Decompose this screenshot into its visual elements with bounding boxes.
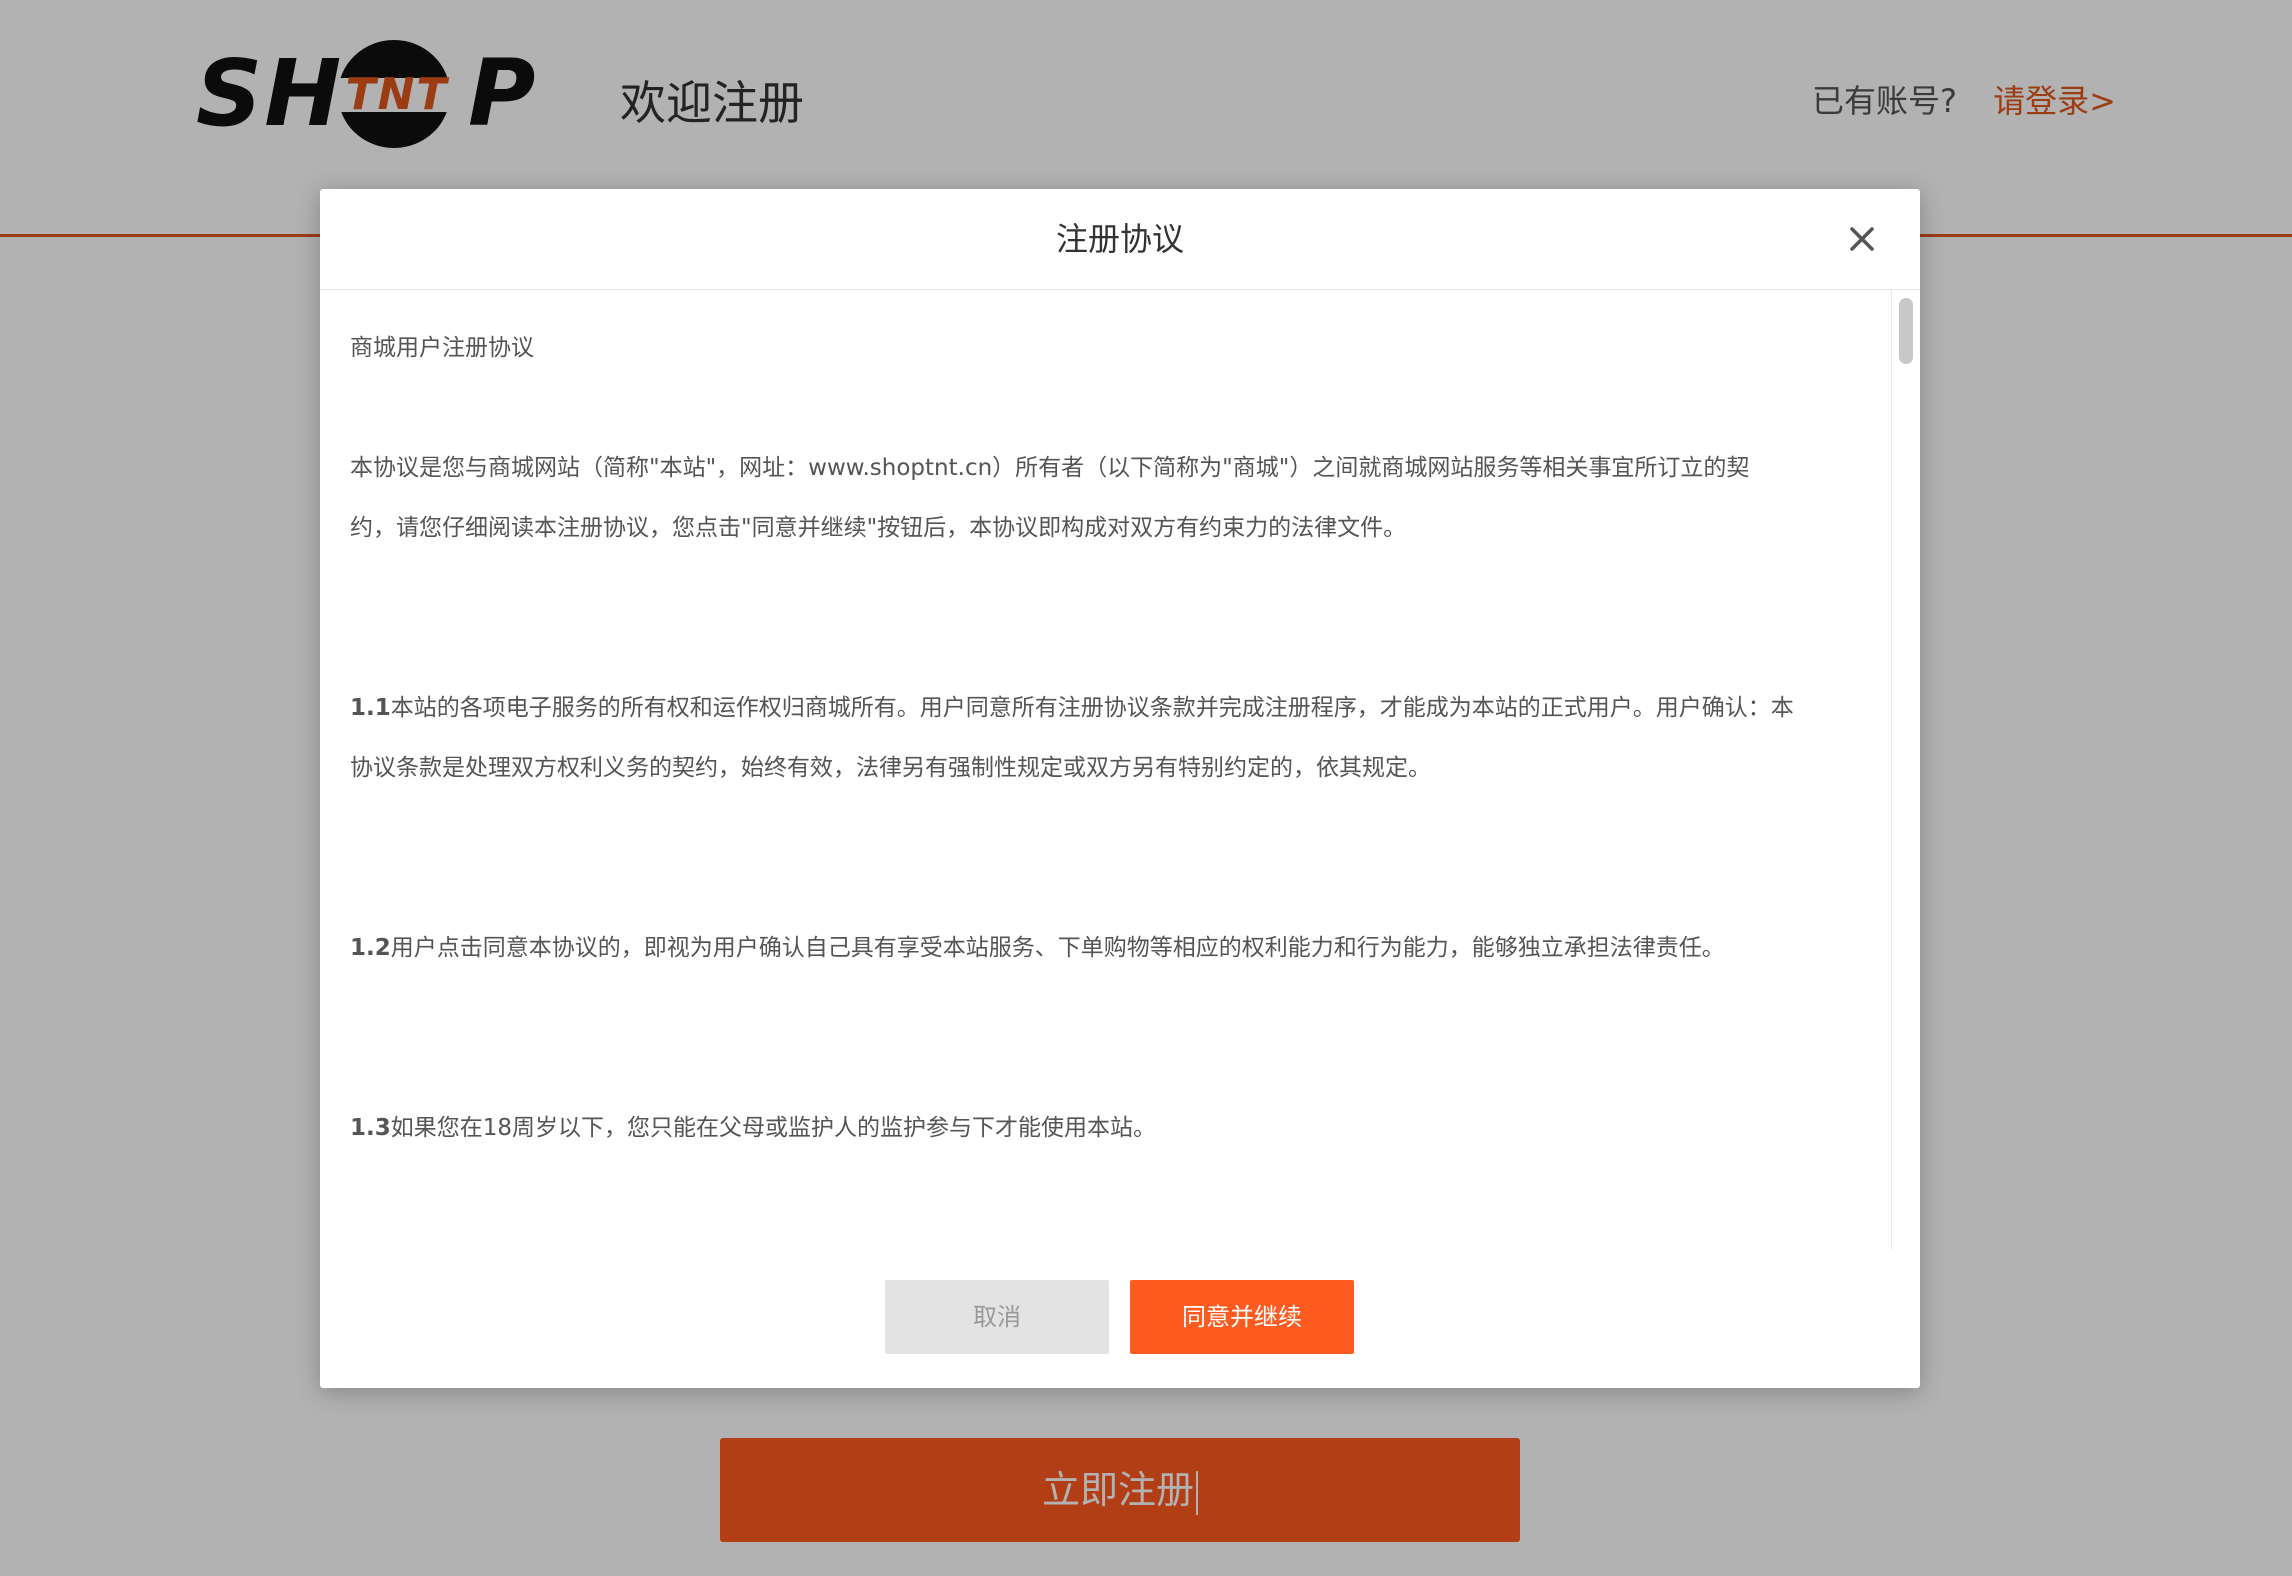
agreement-clause-line: 1.3如果您在18周岁以下，您只能在父母或监护人的监护参与下才能使用本站。 [350, 1098, 1870, 1158]
agreement-intro-line: 约，请您仔细阅读本注册协议，您点击"同意并继续"按钮后，本协议即构成对双方有约束… [350, 515, 1407, 541]
clause-text: 用户点击同意本协议的，即视为用户确认自己具有享受本站服务、下单购物等相应的权利能… [390, 935, 1725, 961]
agreement-heading: 商城用户注册协议 [350, 335, 534, 361]
agreement-text: 商城用户注册协议 本协议是您与商城网站（简称"本站"，网址：www.shoptn… [350, 318, 1870, 1250]
agreement-scroll-area[interactable]: 商城用户注册协议 本协议是您与商城网站（简称"本站"，网址：www.shoptn… [320, 290, 1892, 1250]
agreement-clause: 1.2用户点击同意本协议的，即视为用户确认自己具有享受本站服务、下单购物等相应的… [350, 918, 1870, 978]
clause-number: 1.2 [350, 935, 391, 961]
clause-number: 1.1 [350, 695, 391, 721]
agreement-clause-line: 1.2用户点击同意本协议的，即视为用户确认自己具有享受本站服务、下单购物等相应的… [350, 918, 1870, 978]
close-icon [1850, 227, 1874, 251]
agreement-intro: 本协议是您与商城网站（简称"本站"，网址：www.shoptnt.cn）所有者（… [350, 438, 1870, 558]
agreement-intro-line: 本协议是您与商城网站（简称"本站"，网址：www.shoptnt.cn）所有者（… [350, 455, 1750, 481]
close-button[interactable] [1844, 221, 1880, 257]
agreement-clause-line: 协议条款是处理双方权利义务的契约，始终有效，法律另有强制性规定或双方另有特别约定… [350, 755, 1431, 781]
modal-title: 注册协议 [1055, 220, 1184, 258]
agreement-modal: 注册协议 商城用户注册协议 本协议是您与商城网站（简称"本站"，网址：www.s… [320, 189, 1920, 1388]
scrollbar-track[interactable] [1891, 290, 1920, 1250]
modal-footer: 取消 同意并继续 [320, 1250, 1920, 1388]
modal-header: 注册协议 [320, 189, 1920, 290]
clause-text: 如果您在18周岁以下，您只能在父母或监护人的监护参与下才能使用本站。 [390, 1115, 1157, 1141]
agreement-clause: 1.3如果您在18周岁以下，您只能在父母或监护人的监护参与下才能使用本站。 [350, 1098, 1870, 1158]
agreement-clause: 1.1本站的各项电子服务的所有权和运作权归商城所有。用户同意所有注册协议条款并完… [350, 678, 1870, 798]
scrollbar-thumb[interactable] [1899, 298, 1913, 364]
cancel-button[interactable]: 取消 [885, 1280, 1109, 1354]
clause-text: 本站的各项电子服务的所有权和运作权归商城所有。用户同意所有注册协议条款并完成注册… [390, 695, 1794, 721]
agreement-clause-line: 1.1本站的各项电子服务的所有权和运作权归商城所有。用户同意所有注册协议条款并完… [350, 678, 1870, 738]
clause-number: 1.3 [350, 1115, 391, 1141]
agree-continue-button[interactable]: 同意并继续 [1130, 1280, 1354, 1354]
